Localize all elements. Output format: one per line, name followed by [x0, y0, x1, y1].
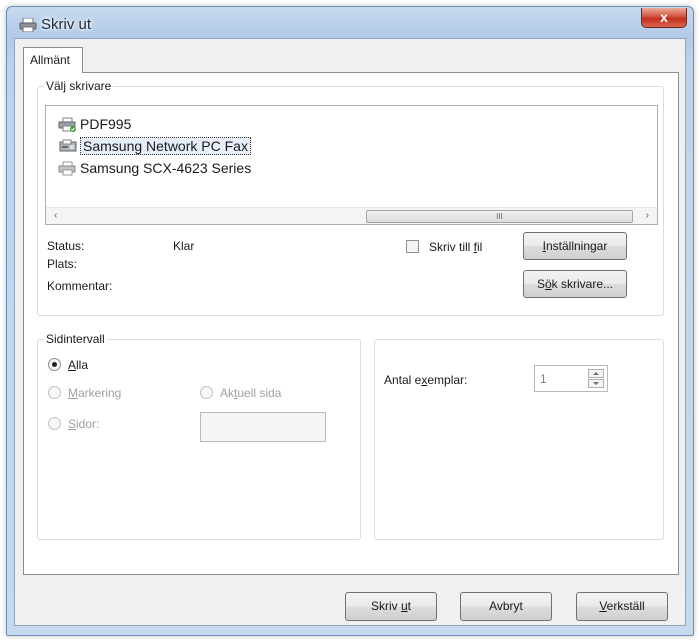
printer-name: PDF995: [80, 116, 132, 132]
location-label: Plats:: [47, 257, 78, 271]
page-range-legend: Sidintervall: [44, 332, 107, 346]
dialog-client-area: Allmänt Välj skrivare PDF995 Samsung Net…: [14, 38, 686, 626]
preferences-button[interactable]: Inställningar: [523, 232, 627, 260]
close-button[interactable]: x: [641, 8, 687, 28]
status-value: Klar: [173, 239, 195, 253]
title-bar[interactable]: Skriv ut x: [7, 7, 693, 41]
pages-radio[interactable]: [48, 417, 61, 430]
apply-button[interactable]: Verkställ: [576, 592, 668, 621]
selection-radio[interactable]: [48, 386, 61, 399]
pages-label: Sidor:: [68, 417, 100, 431]
printer-default-icon: [58, 117, 76, 132]
scroll-right-arrow-icon[interactable]: ›: [646, 210, 649, 221]
printer-list-scrollbar[interactable]: ‹ III ›: [46, 207, 657, 224]
copies-label: Antal exemplar:: [384, 373, 468, 387]
selection-label: Markering: [68, 386, 122, 400]
pages-input[interactable]: [200, 412, 326, 442]
printer-item-samsung-network-pc-fax[interactable]: Samsung Network PC Fax: [58, 136, 251, 157]
scroll-grip-icon: III: [496, 212, 503, 221]
all-pages-label[interactable]: Alla: [68, 358, 88, 372]
print-dialog-window: Skriv ut x Allmänt Välj skrivare PDF995 …: [6, 6, 694, 636]
current-page-radio[interactable]: [200, 386, 213, 399]
printer-item-pdf995[interactable]: PDF995: [58, 114, 131, 135]
printer-icon: [19, 18, 37, 32]
comment-label: Kommentar:: [47, 279, 113, 293]
all-pages-radio[interactable]: [48, 358, 61, 371]
page-range-group: Sidintervall Alla Markering Aktuell sida…: [37, 332, 361, 540]
copies-stepper[interactable]: 1: [534, 365, 608, 392]
window-title: Skriv ut: [41, 16, 92, 33]
select-printer-legend: Välj skrivare: [44, 79, 114, 93]
cancel-button[interactable]: Avbryt: [460, 592, 552, 621]
scroll-thumb[interactable]: III: [366, 210, 633, 223]
printer-list[interactable]: PDF995 Samsung Network PC Fax Samsung SC…: [45, 105, 658, 225]
printer-item-samsung-scx-4623[interactable]: Samsung SCX-4623 Series: [58, 158, 251, 179]
scroll-left-arrow-icon[interactable]: ‹: [54, 210, 57, 221]
tab-panel-general: Välj skrivare PDF995 Samsung Network PC …: [23, 72, 679, 575]
find-printer-button[interactable]: Sök skrivare...: [523, 270, 627, 298]
print-button[interactable]: Skriv ut: [345, 592, 437, 621]
fax-icon: [59, 139, 77, 152]
print-to-file-checkbox[interactable]: [406, 240, 419, 253]
copies-group: Antal exemplar: 1: [374, 339, 664, 540]
print-to-file-label[interactable]: Skriv till fil: [429, 240, 482, 254]
close-icon: x: [660, 9, 668, 25]
copies-value: 1: [540, 372, 547, 386]
current-page-label: Aktuell sida: [220, 386, 282, 400]
spin-up-down-icon[interactable]: [588, 369, 604, 388]
printer-icon: [58, 161, 76, 176]
printer-name: Samsung Network PC Fax: [80, 137, 251, 155]
status-label: Status:: [47, 239, 85, 253]
select-printer-group: Välj skrivare PDF995 Samsung Network PC …: [37, 79, 664, 316]
tab-general[interactable]: Allmänt: [23, 47, 83, 73]
printer-name: Samsung SCX-4623 Series: [80, 160, 252, 176]
